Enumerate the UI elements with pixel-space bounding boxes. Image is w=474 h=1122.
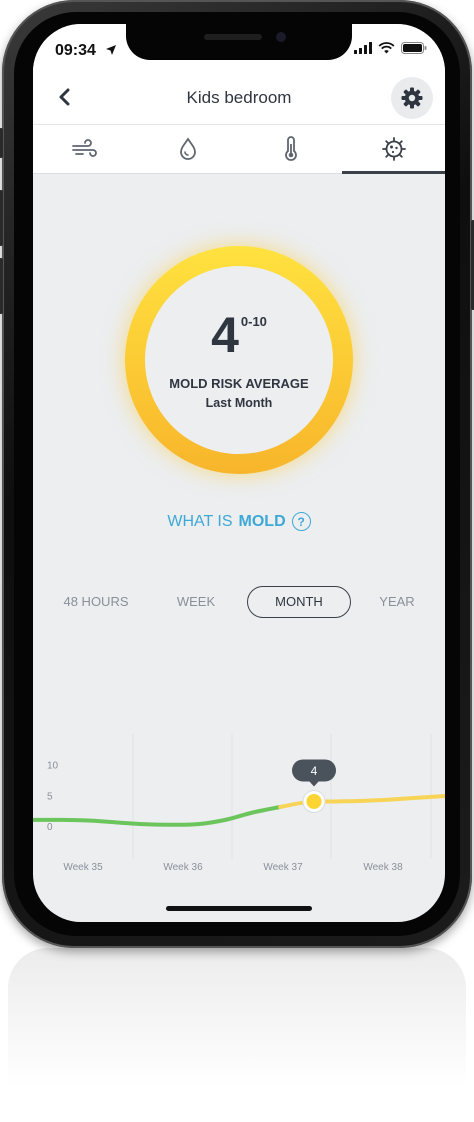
header-bar: Kids bedroom	[33, 72, 445, 124]
page-title: Kids bedroom	[186, 88, 292, 107]
droplet-icon	[179, 137, 196, 160]
gauge-period: Last Month	[205, 396, 273, 410]
tab-temperature[interactable]	[239, 125, 342, 173]
series-line-low	[33, 804, 283, 827]
volume-up-button	[0, 190, 3, 246]
thermometer-icon	[284, 136, 297, 161]
mute-switch	[0, 128, 3, 158]
help-circle-icon: ?	[291, 512, 311, 531]
wind-icon	[71, 139, 97, 157]
period-selector: 48 HOURS WEEK MONTH YEAR	[33, 586, 445, 618]
volume-down-button	[0, 258, 3, 314]
tab-air[interactable]	[33, 125, 136, 173]
signal-icon	[354, 42, 372, 54]
camera	[276, 32, 286, 42]
y-tick-label: 10	[47, 761, 59, 772]
tooltip-pointer	[309, 780, 319, 787]
home-indicator	[166, 906, 312, 911]
gear-icon	[401, 87, 423, 109]
period-year[interactable]: YEAR	[369, 586, 425, 618]
what-is-mold-link[interactable]: WHAT IS MOLD ?	[33, 512, 445, 531]
selected-point	[306, 793, 322, 809]
status-time: 09:34	[55, 42, 96, 59]
mold-icon	[381, 137, 406, 161]
gauge-number: 4	[211, 307, 239, 363]
category-tabs	[33, 124, 445, 174]
mold-risk-gauge: 4 0-10 MOLD RISK AVERAGE Last Month	[125, 246, 353, 474]
tab-humidity[interactable]	[136, 125, 239, 173]
period-48-hours[interactable]: 48 HOURS	[53, 586, 139, 618]
notch	[126, 24, 352, 60]
period-month[interactable]: MONTH	[247, 586, 351, 618]
battery-icon	[401, 42, 427, 54]
screen: 09:34 Kids bedroom 4 0-10 MOLD RISK AVER…	[33, 24, 445, 922]
tooltip-value: 4	[311, 764, 318, 778]
settings-button[interactable]	[391, 77, 433, 119]
what-is-strong: MOLD	[238, 512, 286, 530]
speaker	[204, 34, 262, 40]
y-tick-label: 5	[47, 791, 53, 802]
phone-reflection	[8, 948, 466, 1122]
gauge-value: 4 0-10	[145, 306, 333, 364]
x-tick-label: Week 37	[263, 862, 303, 873]
gauge-inner: 4 0-10 MOLD RISK AVERAGE Last Month	[145, 266, 333, 454]
x-tick-label: Week 35	[63, 862, 103, 873]
y-tick-label: 0	[47, 822, 53, 833]
period-week[interactable]: WEEK	[163, 586, 229, 618]
phone-frame: 09:34 Kids bedroom 4 0-10 MOLD RISK AVER…	[0, 0, 474, 948]
status-indicators	[354, 42, 427, 54]
mold-chart: 10 5 0 Week 35 Week 36 Week 37 Week 38 4	[33, 734, 445, 873]
what-is-prefix: WHAT IS	[167, 512, 233, 530]
location-arrow-icon	[106, 45, 116, 55]
x-tick-label: Week 38	[363, 862, 403, 873]
wifi-icon	[378, 42, 395, 54]
gauge-range: 0-10	[240, 314, 267, 329]
x-tick-label: Week 36	[163, 862, 203, 873]
tab-mold[interactable]	[342, 125, 445, 174]
stage: 09:34 Kids bedroom 4 0-10 MOLD RISK AVER…	[0, 0, 474, 1122]
gauge-label: MOLD RISK AVERAGE	[169, 376, 309, 391]
